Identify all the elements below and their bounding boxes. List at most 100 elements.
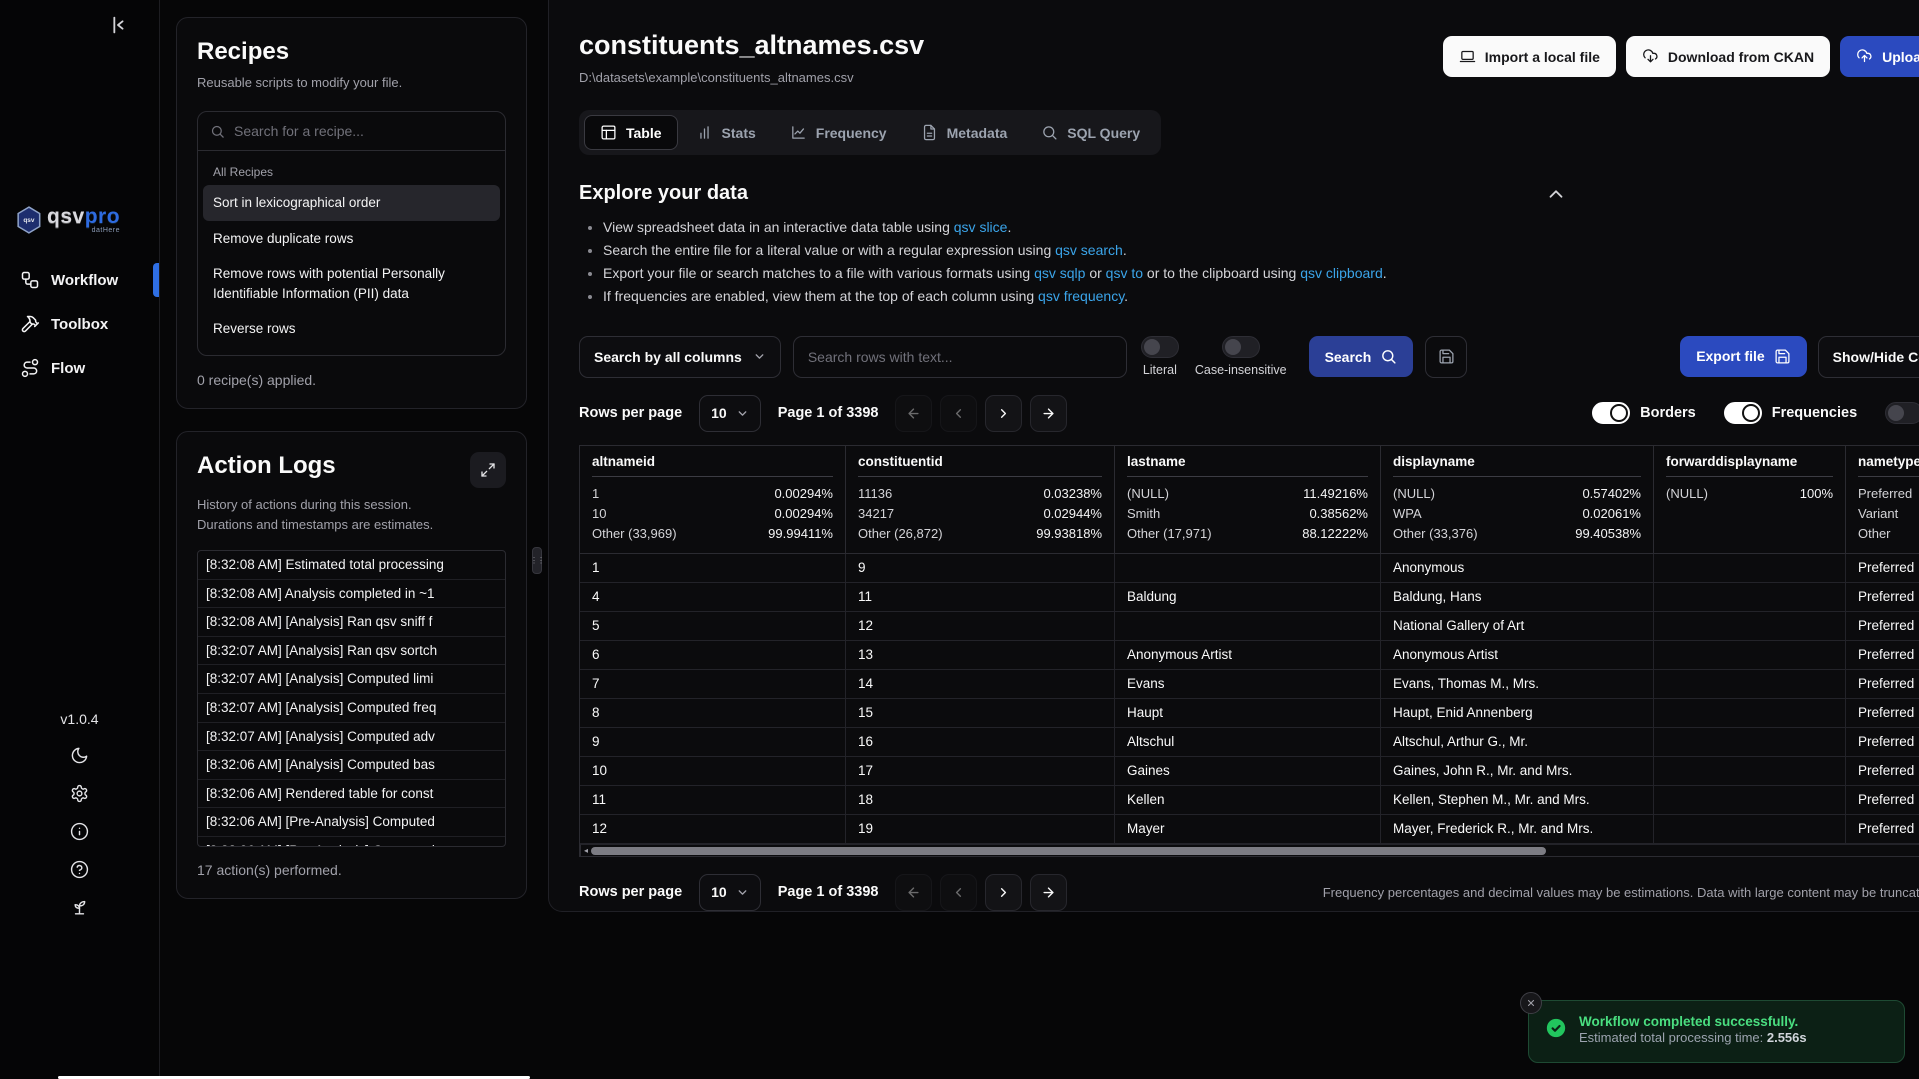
sidebar-item-workflow[interactable]: Workflow	[0, 260, 159, 300]
search-column-selector[interactable]: Search by all columns	[579, 336, 781, 378]
tab-metadata[interactable]: Metadata	[905, 115, 1024, 150]
doc-link[interactable]: qsv clipboard	[1300, 265, 1383, 281]
page-size-value: 10	[711, 405, 727, 421]
search-button[interactable]: Search	[1309, 336, 1414, 377]
table-row: 815HauptHaupt, Enid AnnenbergPreferred	[580, 699, 1919, 728]
sql-query-icon	[1041, 124, 1058, 141]
recipe-item[interactable]: Sort in lexicographical order	[203, 185, 500, 221]
tab-frequency[interactable]: Frequency	[774, 115, 903, 150]
save-search-button[interactable]	[1425, 336, 1467, 378]
table-cell: 11	[580, 786, 846, 814]
literal-toggle[interactable]	[1141, 336, 1179, 358]
upload-to-ckan-button[interactable]: Upload to CKAN	[1840, 36, 1919, 77]
help-icon[interactable]	[70, 860, 89, 879]
doc-link[interactable]: qsv sqlp	[1034, 265, 1085, 281]
sidebar-item-toolbox[interactable]: Toolbox	[0, 304, 159, 344]
frequency-row: Smith0.38562%	[1127, 504, 1368, 524]
next-page-button[interactable]	[985, 395, 1022, 432]
show-hide-columns-label: Show/Hide Columns	[1833, 349, 1919, 365]
table-cell: Haupt, Enid Annenberg	[1381, 699, 1654, 727]
case-insensitive-toggle[interactable]	[1222, 336, 1260, 358]
search-rows-input[interactable]	[793, 336, 1127, 378]
tab-label: Metadata	[947, 125, 1008, 141]
dark-mode-moon-icon[interactable]	[70, 746, 89, 765]
frequencies-toggle[interactable]	[1724, 402, 1762, 424]
borders-toggle[interactable]	[1592, 402, 1630, 424]
tab-table[interactable]: Table	[584, 115, 678, 150]
table-row: 512National Gallery of ArtPreferred	[580, 612, 1919, 641]
column-header-nametype[interactable]: nametypePreferredVariantOther	[1846, 446, 1919, 553]
search-icon	[1380, 348, 1397, 365]
scroll-left-arrow-icon[interactable]: ◂	[581, 846, 591, 855]
last-page-button[interactable]	[1030, 395, 1067, 432]
table-cell	[1115, 612, 1381, 640]
previous-page-button[interactable]	[940, 395, 977, 432]
toast-notification: Workflow completed successfully. Estimat…	[1528, 1000, 1905, 1063]
table-cell: Preferred	[1846, 757, 1919, 785]
horizontal-scrollbar[interactable]: ◂ ▸	[580, 844, 1919, 857]
app-version: v1.0.4	[60, 711, 98, 727]
toolbox-icon	[20, 314, 40, 334]
chevron-left-icon	[951, 885, 966, 900]
page-size-selector[interactable]: 10	[699, 395, 761, 432]
table-cell: Preferred	[1846, 786, 1919, 814]
log-entry: [8:32:07 AM] [Analysis] Computed limi	[198, 665, 505, 694]
doc-link[interactable]: qsv slice	[954, 219, 1008, 235]
frequency-row: 111360.03238%	[858, 484, 1102, 504]
collapse-sidebar-icon[interactable]	[107, 14, 129, 36]
recipe-item[interactable]: Remove duplicate rows	[203, 221, 500, 257]
doc-link[interactable]: qsv search	[1055, 242, 1123, 258]
table-cell	[1654, 815, 1846, 843]
doc-link[interactable]: qsv to	[1106, 265, 1143, 281]
panel-resize-handle[interactable]: ⋮⋮	[532, 547, 542, 574]
chevron-down-icon	[736, 886, 749, 899]
show-hide-columns-button[interactable]: Show/Hide Columns	[1818, 336, 1919, 378]
column-header-constituentid[interactable]: constituentid111360.03238%342170.02944%O…	[846, 446, 1115, 553]
success-check-icon	[1545, 1017, 1567, 1039]
tab-stats[interactable]: Stats	[680, 115, 772, 150]
table-cell: 19	[846, 815, 1115, 843]
seedling-icon[interactable]	[70, 898, 89, 917]
last-page-button-bottom[interactable]	[1030, 874, 1067, 911]
import-local-file-label: Import a local file	[1485, 49, 1600, 65]
export-file-button[interactable]: Export file	[1680, 336, 1806, 377]
download-from-ckan-button[interactable]: Download from CKAN	[1626, 36, 1830, 77]
log-list[interactable]: [8:32:08 AM] Estimated total processing[…	[197, 550, 506, 847]
view-tabs: TableStatsFrequency Metadata SQL Query	[579, 110, 1161, 155]
recipe-item[interactable]: Reverse rows	[203, 311, 500, 347]
column-header-forwarddisplayname[interactable]: forwarddisplayname(NULL)100%	[1654, 446, 1846, 553]
log-entry: [8:32:06 AM] [Analysis] Computed bas	[198, 751, 505, 780]
toast-time: 2.556s	[1767, 1030, 1807, 1045]
laptop-icon	[1459, 48, 1476, 65]
frequencies-label: Frequencies	[1772, 405, 1857, 421]
info-icon[interactable]	[70, 822, 89, 841]
table-cell: Anonymous Artist	[1381, 641, 1654, 669]
first-page-button-bottom[interactable]	[895, 874, 932, 911]
recipe-item[interactable]: Remove rows with potential Personally Id…	[203, 256, 500, 311]
page-size-selector-bottom[interactable]: 10	[699, 874, 761, 911]
next-page-button-bottom[interactable]	[985, 874, 1022, 911]
settings-gear-icon[interactable]	[70, 784, 89, 803]
scrollbar-thumb[interactable]	[591, 847, 1546, 855]
expand-logs-button[interactable]	[470, 452, 506, 488]
recipe-search-input[interactable]	[234, 123, 493, 139]
table-cell: Evans, Thomas M., Mrs.	[1381, 670, 1654, 698]
column-header-lastname[interactable]: lastname(NULL)11.49216%Smith0.38562%Othe…	[1115, 446, 1381, 553]
recipe-search[interactable]	[198, 112, 505, 151]
toast-close-button[interactable]	[1520, 992, 1542, 1014]
first-page-button[interactable]	[895, 395, 932, 432]
column-header-displayname[interactable]: displayname(NULL)0.57402%WPA0.02061%Othe…	[1381, 446, 1654, 553]
page-size-value: 10	[711, 884, 727, 900]
frequency-icon	[790, 124, 807, 141]
doc-link[interactable]: qsv frequency	[1038, 288, 1124, 304]
tab-sql-query[interactable]: SQL Query	[1025, 115, 1156, 150]
import-local-file-button[interactable]: Import a local file	[1443, 36, 1616, 77]
wrap-rows-toggle[interactable]	[1885, 402, 1919, 424]
borders-label: Borders	[1640, 405, 1696, 421]
sidebar-item-flow[interactable]: Flow	[0, 348, 159, 388]
collapse-section-icon[interactable]	[1545, 183, 1567, 205]
previous-page-button-bottom[interactable]	[940, 874, 977, 911]
table-cell: 9	[580, 728, 846, 756]
column-header-altnameid[interactable]: altnameid10.00294%100.00294%Other (33,96…	[580, 446, 846, 553]
table-cell: 12	[846, 612, 1115, 640]
